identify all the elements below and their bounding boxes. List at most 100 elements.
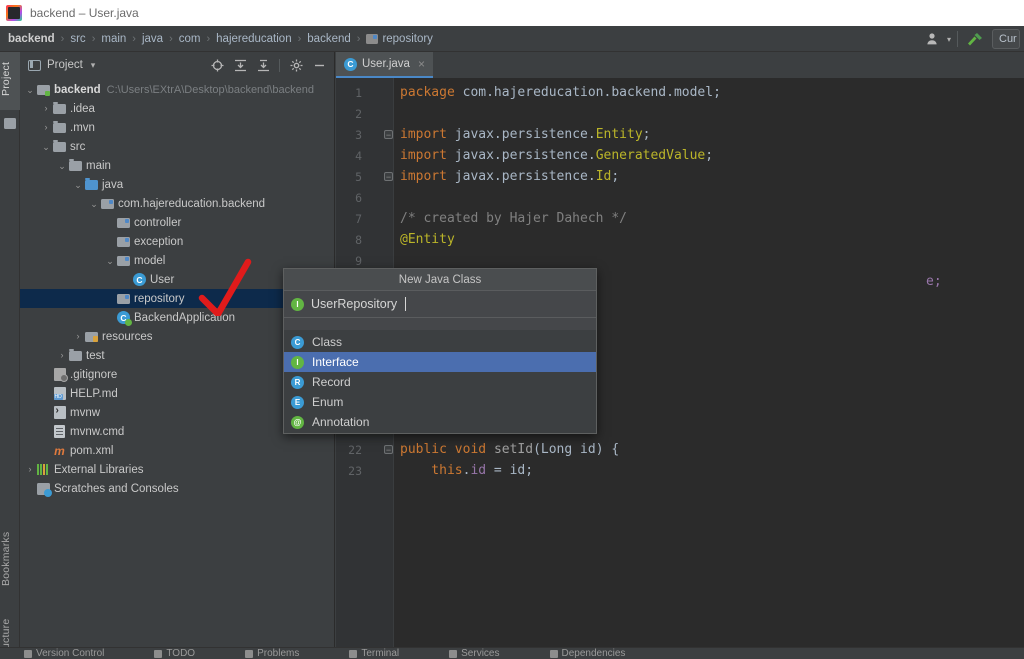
chevron-right-icon[interactable]: ›: [24, 465, 36, 474]
status-bar-problems[interactable]: Problems: [245, 648, 299, 659]
class-kind-list[interactable]: C Class I Interface R Record E Enum @ Annotation: [284, 331, 596, 432]
locate-icon[interactable]: [210, 58, 224, 72]
tree-row[interactable]: › .idea: [20, 99, 334, 118]
collapse-all-icon[interactable]: [256, 58, 270, 72]
settings-gear-icon[interactable]: [289, 58, 303, 72]
dependencies-icon: [549, 649, 558, 658]
breadcrumb: backend › src › main › java › com › hajereducation…: [0, 26, 1024, 52]
breadcrumb-item-hajereducation[interactable]: hajereducation: [216, 33, 291, 45]
pkg-icon: [117, 293, 130, 304]
tree-row[interactable]: ⌄ java: [20, 175, 334, 194]
breadcrumb-item-backend[interactable]: backend: [307, 33, 350, 45]
chevron-down-icon[interactable]: ⌄: [24, 85, 36, 94]
breadcrumb-item-src[interactable]: src: [70, 33, 85, 45]
close-icon[interactable]: ×: [418, 57, 425, 71]
breadcrumb-item-repository[interactable]: repository: [366, 33, 433, 45]
tree-row-label: pom.xml: [70, 444, 114, 457]
tree-row[interactable]: ⌄ src: [20, 137, 334, 156]
chevron-down-icon[interactable]: ▾: [91, 60, 96, 71]
breadcrumb-item-main[interactable]: main: [101, 33, 126, 45]
tree-row[interactable]: m pom.xml: [20, 441, 334, 460]
class-kind-enum[interactable]: E Enum: [284, 392, 596, 412]
run-configuration-selector[interactable]: Cur: [992, 29, 1020, 49]
status-bar-terminal[interactable]: Terminal: [349, 648, 399, 659]
folder-tool-icon[interactable]: [4, 118, 16, 129]
chevron-down-icon[interactable]: ⌄: [40, 142, 52, 151]
chevron-right-icon[interactable]: ›: [72, 332, 84, 341]
fold-collapse-icon[interactable]: −: [384, 130, 393, 140]
tree-row[interactable]: ⌄ main: [20, 156, 334, 175]
expand-all-icon[interactable]: [233, 58, 247, 72]
tree-row-label: com.hajereducation.backend: [118, 197, 266, 210]
code-token: e;: [926, 274, 942, 289]
chevron-down-icon[interactable]: ⌄: [56, 161, 68, 170]
dialog-title: New Java Class: [284, 269, 596, 291]
status-bar-label: Problems: [257, 648, 300, 659]
text-caret: [405, 297, 407, 311]
tree-row[interactable]: ⌄ com.hajereducation.backend: [20, 194, 334, 213]
chevron-right-icon[interactable]: ›: [56, 351, 68, 360]
chevron-right-icon[interactable]: ›: [40, 104, 52, 113]
tree-row-label: mvnw: [70, 406, 101, 419]
status-bar-dependencies[interactable]: Dependencies: [549, 648, 625, 659]
tree-row-label: Scratches and Consoles: [54, 482, 179, 495]
status-bar-services[interactable]: Services: [449, 648, 500, 659]
tree-row-label: External Libraries: [54, 463, 144, 476]
breadcrumb-item-com[interactable]: com: [179, 33, 201, 45]
user-avatar-icon[interactable]: [923, 29, 945, 49]
package-folder-icon: [366, 33, 379, 44]
todo-icon: [154, 649, 163, 658]
class-kind-label: Record: [312, 375, 351, 389]
tree-row[interactable]: ⌄ backend C:\Users\EXtrA\Desktop\backend\b…: [20, 80, 334, 99]
tree-icon-wrapper: [116, 293, 131, 304]
tree-row[interactable]: › External Libraries: [20, 460, 334, 479]
tree-row[interactable]: controller: [20, 213, 334, 232]
project-panel-title: Project: [47, 59, 83, 71]
code-token: javax.persistence.: [454, 148, 596, 163]
tree-icon-wrapper: [52, 139, 67, 152]
fold-collapse-icon[interactable]: −: [384, 172, 393, 182]
class-kind-annotation[interactable]: @ Annotation: [284, 412, 596, 432]
status-bar-version-control[interactable]: Version Control: [24, 648, 104, 659]
chevron-down-icon[interactable]: ▾: [947, 35, 951, 44]
chevron-down-icon[interactable]: ⌄: [88, 199, 100, 208]
tree-icon-wrapper: [116, 217, 131, 228]
tree-icon-wrapper: [36, 464, 51, 475]
tree-row[interactable]: exception: [20, 232, 334, 251]
chevron-down-icon[interactable]: ⌄: [104, 256, 116, 265]
new-java-class-dialog[interactable]: New Java Class I UserRepository C Class I I…: [283, 268, 597, 434]
tool-window-project[interactable]: Project: [0, 52, 20, 110]
editor-tab-user-java[interactable]: C User.java ×: [336, 52, 433, 78]
breadcrumb-separator: ›: [60, 32, 65, 45]
tree-icon-wrapper: C: [116, 311, 132, 326]
tree-row[interactable]: Scratches and Consoles: [20, 479, 334, 498]
project-panel-header: Project ▾: [20, 52, 334, 78]
project-panel-toolbar: [210, 58, 334, 72]
fold-expand-icon[interactable]: −: [384, 445, 393, 455]
hammer-build-icon[interactable]: [964, 29, 986, 49]
line-number: 2: [355, 107, 362, 121]
tree-row[interactable]: › .mvn: [20, 118, 334, 137]
class-kind-class[interactable]: C Class: [284, 332, 596, 352]
interface-icon: I: [291, 355, 304, 369]
problems-icon: [245, 649, 254, 658]
chevron-down-icon[interactable]: ⌄: [72, 180, 84, 189]
breadcrumb-label: backend: [8, 32, 55, 45]
intellij-window: backend – User.java backend › src › main › jav…: [0, 0, 1024, 659]
panel-toolbar-divider: [279, 58, 280, 72]
tool-window-bookmarks[interactable]: Bookmarks: [0, 522, 20, 596]
hide-panel-icon[interactable]: [312, 58, 326, 72]
class-kind-interface[interactable]: I Interface: [284, 352, 596, 372]
status-bar-todo[interactable]: TODO: [154, 648, 195, 659]
breadcrumb-item-java[interactable]: java: [142, 33, 163, 45]
code-token: ;: [611, 169, 620, 184]
git-icon: [53, 368, 68, 382]
tree-icon-wrapper: [36, 482, 52, 497]
folder-icon: [53, 139, 66, 152]
class-name-input[interactable]: I UserRepository: [284, 291, 596, 318]
annotation-icon: @: [291, 415, 304, 429]
breadcrumb-item-backend[interactable]: backend: [8, 33, 55, 45]
chevron-right-icon[interactable]: ›: [40, 123, 52, 132]
class-kind-record[interactable]: R Record: [284, 372, 596, 392]
pkg-icon: [117, 236, 130, 247]
